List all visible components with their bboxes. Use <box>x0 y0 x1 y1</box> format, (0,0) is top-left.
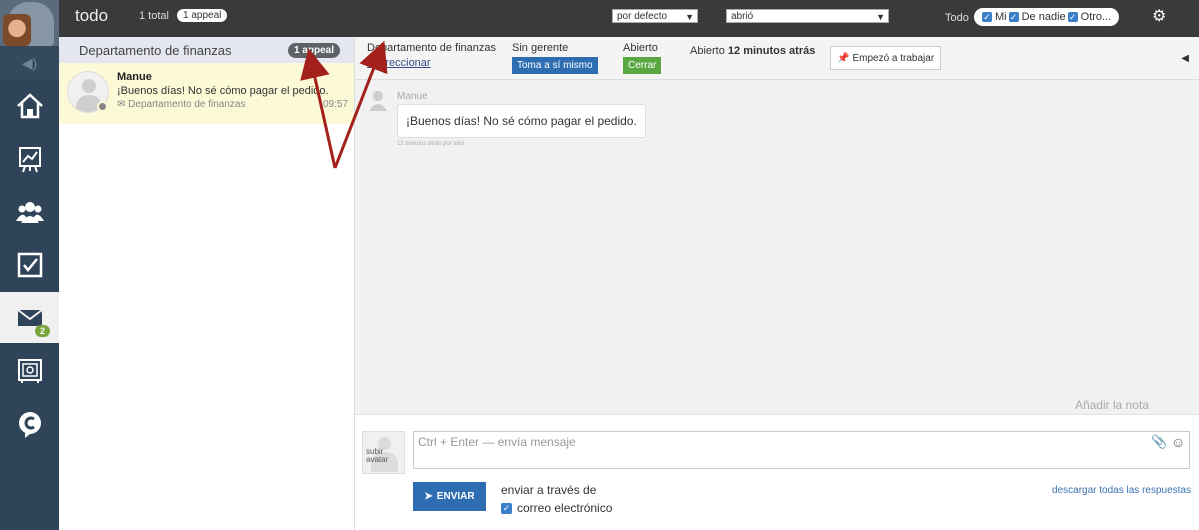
home-icon <box>16 92 43 118</box>
conversation-header: Departamento de finanzas redireccionar S… <box>355 37 1199 80</box>
message-author: Manue <box>397 91 428 102</box>
manager-label: Sin gerente <box>512 42 569 54</box>
send-via-label: enviar a través de <box>501 483 597 497</box>
last-message: ¡Buenos días! No sé cómo pagar el pedido… <box>117 85 329 97</box>
message-meta: 12 minutos atrás por sitio <box>397 141 465 147</box>
appeal-count-pill: 1 appeal <box>177 9 228 22</box>
department-group-header[interactable]: Departamento de finanzas 1 appeal <box>59 37 354 63</box>
mail-count-badge: 2 <box>34 325 50 337</box>
list-item[interactable]: Manue ¡Buenos días! No sé cómo pagar el … <box>59 63 354 124</box>
offline-status-icon <box>97 101 108 112</box>
collapse-panel-icon[interactable]: ◀ <box>1181 53 1189 64</box>
redirect-link[interactable]: redireccionar <box>367 57 496 69</box>
sound-toggle-icon[interactable]: ◀) <box>0 46 59 80</box>
sidebar-item-tasks[interactable] <box>0 239 59 290</box>
pin-icon: 📌 <box>837 52 850 64</box>
client-name: Manue <box>117 71 152 83</box>
sidebar-item-mail[interactable]: 2 <box>0 292 59 343</box>
users-icon <box>15 201 44 223</box>
sidebar-item-home[interactable] <box>0 80 59 131</box>
status-select[interactable]: abrió ▼ <box>726 9 889 23</box>
chat-logo-icon <box>18 411 41 438</box>
conversation-list: Departamento de finanzas 1 appeal Manue … <box>59 37 355 530</box>
left-sidebar: ◀) 2 <box>0 0 59 530</box>
safe-icon <box>17 358 42 383</box>
department-info: Departamento de finanzas redireccionar <box>367 42 496 69</box>
department-name: Departamento de finanzas <box>367 42 497 54</box>
state-label: Abierto <box>623 42 658 54</box>
top-bar: todo 1 total 1 appeal por defecto ▼ abrió… <box>59 0 1199 37</box>
manager-info: Sin gerente Toma a sí mismo <box>512 42 598 74</box>
gear-icon[interactable]: ⚙ <box>1152 6 1166 26</box>
filter-nadie-checkbox[interactable]: ✓ <box>1008 12 1019 22</box>
message-bubble: ¡Buenos días! No sé cómo pagar el pedido… <box>397 104 646 138</box>
conversation-panel: Departamento de finanzas redireccionar S… <box>355 37 1199 530</box>
sidebar-item-contacts[interactable] <box>0 186 59 237</box>
download-responses-link[interactable]: descargar todas las respuestas <box>1052 485 1191 496</box>
sidebar-item-safe[interactable] <box>0 345 59 396</box>
message-input[interactable] <box>413 431 1190 469</box>
total-count: 1 total <box>139 10 169 22</box>
state-info: Abierto Cerrar <box>623 42 662 74</box>
message-composer: subir avatar 📎 ☺ ➤ENVIAR enviar a través… <box>355 414 1199 530</box>
user-avatar[interactable] <box>0 0 59 46</box>
chart-icon <box>18 146 41 172</box>
close-conversation-button[interactable]: Cerrar <box>623 57 662 74</box>
conversation-department: ✉ Departamento de finanzas <box>117 99 246 110</box>
paper-plane-icon: ➤ <box>424 491 433 502</box>
add-note-link[interactable]: Añadir la nota <box>1075 398 1149 412</box>
chevron-down-icon: ▼ <box>685 12 694 22</box>
emoji-icon[interactable]: ☺ <box>1171 434 1185 450</box>
owner-filter: ✓ Mi ✓ De nadie ✓ Otro... <box>974 8 1120 26</box>
send-button[interactable]: ➤ ENVIAR <box>413 482 486 511</box>
filter-label: Todo <box>945 12 969 24</box>
page-title: todo <box>75 6 109 25</box>
checkbox-checked-icon: ✓ <box>501 502 512 514</box>
take-yourself-button[interactable]: Toma a sí mismo <box>512 57 598 74</box>
started-work-button[interactable]: 📌 Empezó a trabajar <box>830 46 942 70</box>
sidebar-item-reports[interactable] <box>0 133 59 184</box>
upload-avatar-button[interactable]: subir avatar <box>362 431 405 474</box>
filter-otro-checkbox[interactable]: ✓ <box>1067 12 1078 22</box>
sidebar-item-chat[interactable] <box>0 398 59 449</box>
tasks-icon <box>17 252 42 277</box>
sender-avatar-icon <box>369 91 387 111</box>
envelope-icon: ✉ <box>117 99 126 110</box>
conversation-time: 09:57 <box>323 99 349 110</box>
sort-select[interactable]: por defecto ▼ <box>612 9 698 23</box>
chevron-down-icon: ▼ <box>876 12 885 22</box>
appeal-count-badge: 1 appeal <box>287 42 340 58</box>
department-group-title: Departamento de finanzas <box>79 42 232 58</box>
email-channel-checkbox[interactable]: ✓ correo electrónico <box>501 501 612 515</box>
opened-time: Abierto 12 minutos atrás <box>690 45 816 57</box>
filter-mi-checkbox[interactable]: ✓ <box>982 12 992 22</box>
paperclip-icon[interactable]: 📎 <box>1151 434 1167 450</box>
